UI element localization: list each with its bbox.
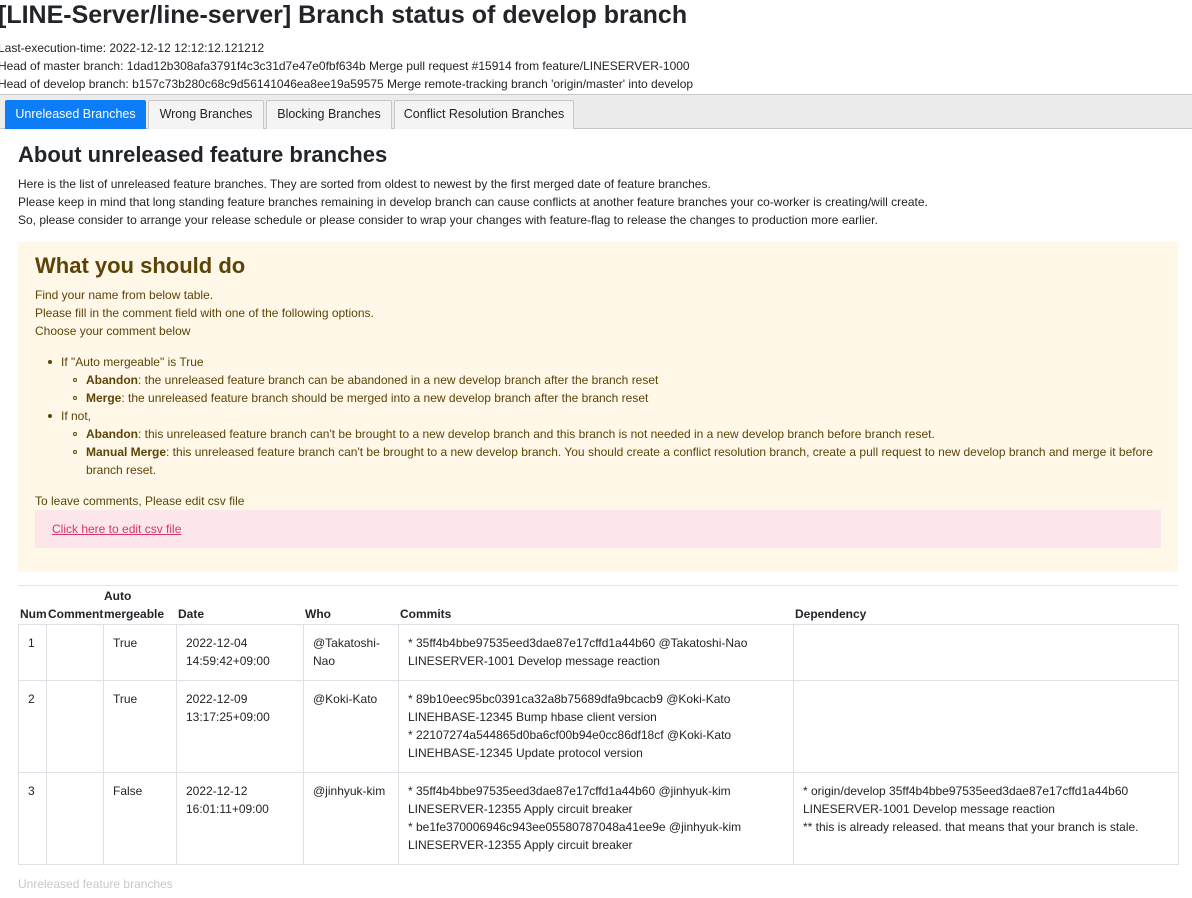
- table-caption: Unreleased feature branches: [18, 877, 173, 891]
- tab-unreleased-branches[interactable]: Unreleased Branches: [5, 100, 146, 129]
- last-execution-time: Last-execution-time: 2022-12-12 12:12:12…: [0, 41, 265, 55]
- cell-num: 1: [18, 624, 47, 681]
- column-header-comment: Comment: [48, 607, 104, 621]
- cell-who: @jinhyuk-kim: [303, 772, 399, 865]
- tab-conflict-resolution-branches[interactable]: Conflict Resolution Branches: [394, 100, 574, 129]
- bullet-circle-icon: [73, 378, 77, 382]
- cell-num: 3: [18, 772, 47, 865]
- bullet-circle-icon: [73, 396, 77, 400]
- cell-who: @Koki-Kato: [303, 680, 399, 773]
- cell-auto-mergeable: True: [103, 680, 177, 773]
- option-term: Merge: [86, 391, 122, 405]
- cell-date: 2022-12-09 13:17:25+09:00: [176, 680, 304, 773]
- bullet-circle-icon: [73, 432, 77, 436]
- option-term: Manual Merge: [86, 445, 167, 459]
- bullet-dot-icon: [48, 360, 52, 364]
- option-merge-true: Merge: the unreleased feature branch sho…: [86, 389, 648, 407]
- unreleased-branches-table: 1 True 2022-12-04 14:59:42+09:00 @Takato…: [18, 624, 1179, 865]
- cell-commits: * 89b10eec95bc0391ca32a8b75689dfa9bcacb9…: [398, 680, 794, 773]
- intro-line: Here is the list of unreleased feature b…: [18, 177, 711, 191]
- option-term: Abandon: [86, 373, 138, 387]
- cell-auto-mergeable: False: [103, 772, 177, 865]
- notice-line: Please fill in the comment field with on…: [35, 306, 374, 320]
- option-term: Abandon: [86, 427, 138, 441]
- case-true-label: If "Auto mergeable" is True: [61, 355, 204, 369]
- section-title: About unreleased feature branches: [18, 142, 388, 167]
- cell-comment[interactable]: [46, 680, 104, 773]
- case-false-label: If not,: [61, 409, 92, 423]
- column-header-who: Who: [305, 607, 331, 621]
- develop-branch-head: Head of develop branch: b157c73b280c68c9…: [0, 77, 694, 91]
- notice-line: Choose your comment below: [35, 324, 191, 338]
- divider: [18, 585, 1178, 586]
- option-abandon-true: Abandon: the unreleased feature branch c…: [86, 371, 658, 389]
- option-description: : the unreleased feature branch can be a…: [138, 373, 659, 387]
- edit-csv-callout: Click here to edit csv file: [35, 510, 1161, 548]
- column-header-commits: Commits: [400, 607, 452, 621]
- tab-bar: Unreleased Branches Wrong Branches Block…: [0, 94, 1192, 129]
- cell-date: 2022-12-04 14:59:42+09:00: [176, 624, 304, 681]
- table-row: 1 True 2022-12-04 14:59:42+09:00 @Takato…: [18, 624, 1179, 681]
- page-title: [LINE-Server/line-server] Branch status …: [0, 1, 688, 29]
- cell-commits: * 35ff4b4bbe97535eed3dae87e17cffd1a44b60…: [398, 772, 794, 865]
- column-header-auto-mergeable: Auto mergeable: [104, 589, 165, 621]
- cell-num: 2: [18, 680, 47, 773]
- cell-comment[interactable]: [46, 624, 104, 681]
- column-header-num: Num: [20, 607, 47, 621]
- column-header-dependency: Dependency: [795, 607, 867, 621]
- cell-auto-mergeable: True: [103, 624, 177, 681]
- cell-dependency: * origin/develop 35ff4b4bbe97535eed3dae8…: [793, 772, 1179, 865]
- option-abandon-false: Abandon: this unreleased feature branch …: [86, 425, 935, 443]
- cell-dependency: [793, 680, 1179, 773]
- option-description: : this unreleased feature branch can't b…: [86, 445, 1153, 477]
- option-manual-merge: Manual Merge: this unreleased feature br…: [86, 443, 1166, 479]
- cell-who: @Takatoshi-Nao: [303, 624, 399, 681]
- table-row: 3 False 2022-12-12 16:01:11+09:00 @jinhy…: [18, 772, 1179, 865]
- cell-commits: * 35ff4b4bbe97535eed3dae87e17cffd1a44b60…: [398, 624, 794, 681]
- cell-comment[interactable]: [46, 772, 104, 865]
- notice-title: What you should do: [35, 253, 246, 278]
- edit-csv-link[interactable]: Click here to edit csv file: [52, 520, 181, 538]
- tab-wrong-branches[interactable]: Wrong Branches: [148, 100, 264, 129]
- cell-date: 2022-12-12 16:01:11+09:00: [176, 772, 304, 865]
- bullet-circle-icon: [73, 450, 77, 454]
- cell-dependency: [793, 624, 1179, 681]
- intro-line: So, please consider to arrange your rele…: [18, 213, 878, 227]
- notice-line: Find your name from below table.: [35, 288, 214, 302]
- leave-comments-text: To leave comments, Please edit csv file: [35, 494, 245, 508]
- column-header-date: Date: [178, 607, 205, 621]
- bullet-dot-icon: [48, 414, 52, 418]
- option-description: : the unreleased feature branch should b…: [121, 391, 649, 405]
- master-branch-head: Head of master branch: 1dad12b308afa3791…: [0, 59, 690, 73]
- option-description: : this unreleased feature branch can't b…: [138, 427, 935, 441]
- what-to-do-panel: What you should do Find your name from b…: [18, 242, 1178, 572]
- intro-line: Please keep in mind that long standing f…: [18, 195, 928, 209]
- table-row: 2 True 2022-12-09 13:17:25+09:00 @Koki-K…: [18, 680, 1179, 773]
- tab-blocking-branches[interactable]: Blocking Branches: [266, 100, 392, 129]
